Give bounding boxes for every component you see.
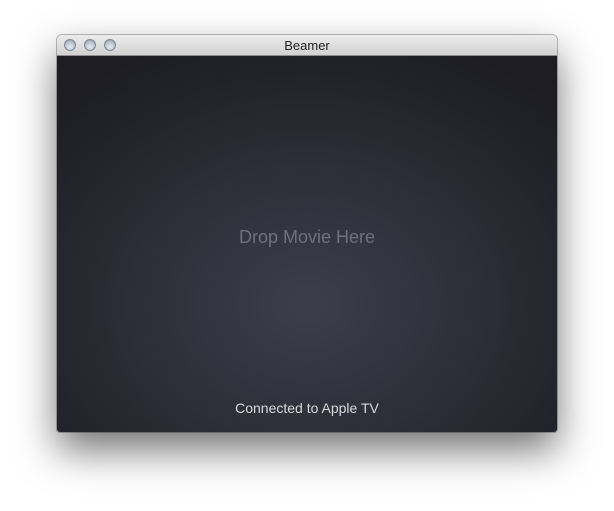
title-bar[interactable]: Beamer [57, 35, 557, 56]
beamer-window: Beamer Drop Movie Here Connected to Appl… [57, 35, 557, 432]
drop-movie-label: Drop Movie Here [238, 227, 376, 247]
window-title: Beamer [284, 38, 330, 53]
connection-status: Connected to Apple TV [235, 400, 379, 416]
drop-zone[interactable]: Drop Movie Here Connected to Apple TV [57, 56, 557, 432]
